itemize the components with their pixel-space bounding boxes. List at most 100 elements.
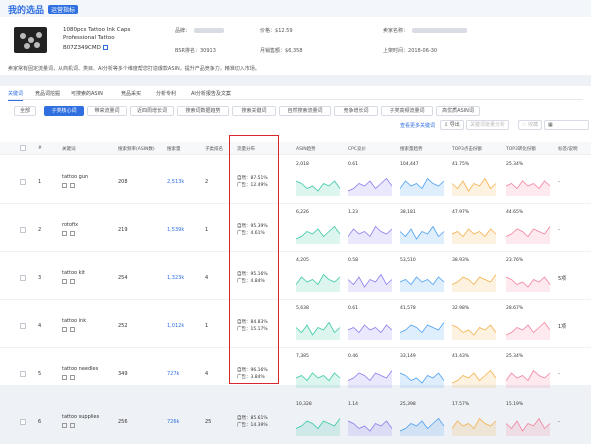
- chip-search-words[interactable]: 搜索关键词: [232, 106, 276, 116]
- tab-keywords[interactable]: 关键词: [8, 90, 24, 101]
- chip-traffic-words[interactable]: 带来流量词: [87, 106, 127, 116]
- row-keyword-actions: [62, 327, 78, 334]
- sparkline-area: [452, 229, 496, 244]
- external-link-icon[interactable]: [70, 375, 75, 380]
- chip-highfreq-words[interactable]: 子类高频流量词: [381, 106, 433, 116]
- col-frequency[interactable]: 搜索频率(ASIN数): [118, 146, 155, 152]
- external-link-icon[interactable]: [70, 231, 75, 236]
- chip-growth-words[interactable]: 近四周增长词: [130, 106, 174, 116]
- select-all-checkbox[interactable]: [20, 145, 26, 151]
- external-link-icon[interactable]: [70, 279, 75, 284]
- price-label: 价格：: [260, 28, 276, 34]
- product-name[interactable]: 1080pcs Tattoo Ink Caps Professional Tat…: [63, 26, 153, 42]
- search-icon[interactable]: [62, 279, 67, 284]
- export-button[interactable]: ⇩ 导出: [440, 120, 464, 130]
- sales-label: 月销售额：: [260, 48, 286, 54]
- col-top3-ctr[interactable]: TOP3点击份额: [452, 146, 482, 152]
- grid-icon: ▦: [548, 122, 553, 128]
- col-rank[interactable]: 子类排名: [205, 146, 223, 152]
- row-volume-trend: 53,510: [400, 258, 446, 296]
- natural-share: 自然：84.83%: [237, 320, 268, 325]
- search-icon[interactable]: [62, 375, 67, 380]
- row-keyword[interactable]: rotofix: [62, 222, 78, 228]
- row-volume[interactable]: 726k: [167, 419, 179, 425]
- add-keyword-link[interactable]: 查看更多关键词: [400, 123, 435, 129]
- top10-asin-button[interactable]: ▦: [544, 120, 589, 130]
- launch-label: 上架时间：: [383, 48, 409, 54]
- row-keyword[interactable]: tattoo needles: [62, 366, 98, 372]
- ad-share: 广告：3.84%: [237, 375, 265, 380]
- col-cpc[interactable]: CPC竞价: [348, 146, 366, 152]
- row-volume[interactable]: 1,012k: [167, 323, 184, 329]
- seller-label: 卖家名称：: [383, 28, 409, 34]
- external-link-icon[interactable]: [70, 423, 75, 428]
- tab-competitor-words[interactable]: 竞品词挖掘: [35, 90, 60, 97]
- row-keyword[interactable]: tattoo ink: [62, 318, 86, 324]
- natural-share: 自然：95.16%: [237, 272, 268, 277]
- row-volume[interactable]: 1,323k: [167, 275, 184, 281]
- external-link-icon[interactable]: [70, 327, 75, 332]
- tab-ai-report[interactable]: AI分析报告及文案: [191, 90, 231, 97]
- row-checkbox[interactable]: [20, 179, 26, 185]
- search-icon[interactable]: [62, 183, 67, 188]
- tab-patents[interactable]: 分析专利: [156, 90, 176, 97]
- collect-label: 收藏: [528, 122, 539, 128]
- search-icon[interactable]: [62, 231, 67, 236]
- row-traffic-dist: 自然：84.83% 广告：15.17%: [237, 319, 268, 333]
- row-checkbox[interactable]: [20, 371, 26, 377]
- row-keyword[interactable]: tattoo supplies: [62, 414, 99, 420]
- product-thumbnail[interactable]: [14, 27, 47, 53]
- row-keyword-actions: [62, 375, 78, 382]
- row-asin-trend: 6,226: [296, 210, 342, 248]
- row-checkbox[interactable]: [20, 323, 26, 329]
- sparkline-area: [296, 181, 340, 196]
- row-checkbox[interactable]: [20, 227, 26, 233]
- sparkline-chart: [452, 369, 497, 388]
- row-ctr-trend: 17.57%: [452, 402, 498, 440]
- col-volume-trend[interactable]: 搜索量趋势: [400, 146, 423, 152]
- sparkline-chart: [296, 418, 341, 436]
- row-rank: 2: [205, 179, 209, 185]
- row-tag: 1项: [558, 324, 567, 330]
- col-asin-trend[interactable]: ASIN趋势: [296, 146, 316, 152]
- row-cpc-trend: 0.61: [348, 306, 394, 344]
- row-volume[interactable]: 727k: [167, 371, 179, 377]
- col-keyword[interactable]: 关键词: [62, 146, 76, 152]
- collect-button[interactable]: ☆ 收藏: [518, 120, 543, 130]
- col-top3-cvr[interactable]: TOP3转化份额: [506, 146, 536, 152]
- row-keyword[interactable]: tattoo gun: [62, 174, 88, 180]
- row-keyword[interactable]: tattoo kit: [62, 270, 85, 276]
- brand-meta: 品牌：: [175, 27, 225, 34]
- row-frequency: 252: [118, 323, 128, 329]
- sparkline-chart: [296, 321, 341, 340]
- chip-competition-words[interactable]: 竞争增长词: [334, 106, 378, 116]
- row-volume[interactable]: 1,539k: [167, 227, 184, 233]
- ad-share: 广告：15.17%: [237, 327, 268, 332]
- copy-icon[interactable]: [102, 45, 108, 50]
- batch-analysis-button[interactable]: 关键词批量分析: [466, 120, 510, 130]
- table-row: 1 tattoo gun 208 2,513k 2 自然：87.51% 广告：12.49% 2…: [0, 156, 591, 204]
- sparkline-chart: [506, 180, 551, 196]
- chip-natural-words[interactable]: 自然搜索流量词: [279, 106, 331, 116]
- table-row: 2 rotofix 219 1,539k 1 自然：95.39% 广告：4.61% 6,226…: [0, 204, 591, 252]
- chip-quality-asin-words[interactable]: 高优质ASIN词: [436, 106, 480, 116]
- row-volume-trend: 104,447: [400, 162, 446, 200]
- row-index: 6: [38, 419, 42, 425]
- col-volume[interactable]: 搜索量: [167, 146, 181, 152]
- chip-core-words[interactable]: 子类核心词: [44, 106, 84, 116]
- row-frequency: 349: [118, 371, 128, 377]
- search-icon[interactable]: [62, 423, 67, 428]
- sparkline-area: [296, 418, 340, 436]
- tab-searchable-asin[interactable]: 可搜索的ASIN: [71, 90, 103, 97]
- col-tags: 标签/说明: [558, 147, 578, 152]
- row-volume[interactable]: 2,513k: [167, 179, 184, 185]
- chip-all[interactable]: 全部: [14, 106, 36, 116]
- tab-competitor-purchase[interactable]: 竞品采买: [121, 90, 141, 97]
- sparkline-chart: [348, 273, 393, 292]
- search-icon[interactable]: [62, 327, 67, 332]
- row-checkbox[interactable]: [20, 419, 26, 425]
- external-link-icon[interactable]: [70, 183, 75, 188]
- row-checkbox[interactable]: [20, 275, 26, 281]
- chip-trend-words[interactable]: 搜索词数据趋势: [177, 106, 229, 116]
- seller-value-blurred: [412, 28, 468, 33]
